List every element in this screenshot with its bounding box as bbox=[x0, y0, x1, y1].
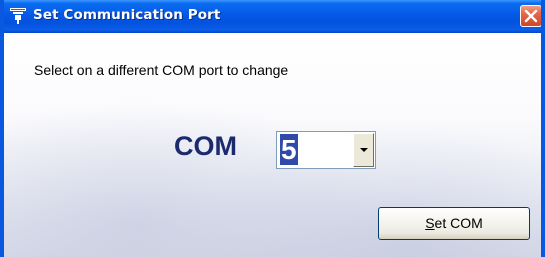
com-port-select[interactable]: 5 bbox=[276, 131, 376, 169]
close-button[interactable] bbox=[520, 5, 541, 27]
com-label: COM bbox=[174, 131, 237, 161]
set-communication-port-dialog: Set Communication Port Select on a diffe… bbox=[0, 0, 545, 257]
title-bar[interactable]: Set Communication Port bbox=[4, 0, 541, 33]
dropdown-button[interactable] bbox=[353, 133, 374, 167]
instruction-text: Select on a different COM port to change bbox=[34, 62, 289, 78]
set-com-mnemonic: S bbox=[425, 215, 435, 231]
set-com-button[interactable]: Set COM bbox=[378, 207, 530, 240]
set-com-label: et COM bbox=[434, 215, 483, 231]
dialog-body: Select on a different COM port to change… bbox=[4, 33, 541, 257]
com-port-value[interactable]: 5 bbox=[280, 134, 298, 165]
port-icon bbox=[9, 7, 27, 25]
window-title: Set Communication Port bbox=[33, 7, 221, 23]
chevron-down-icon bbox=[360, 148, 368, 152]
close-icon bbox=[524, 9, 538, 23]
